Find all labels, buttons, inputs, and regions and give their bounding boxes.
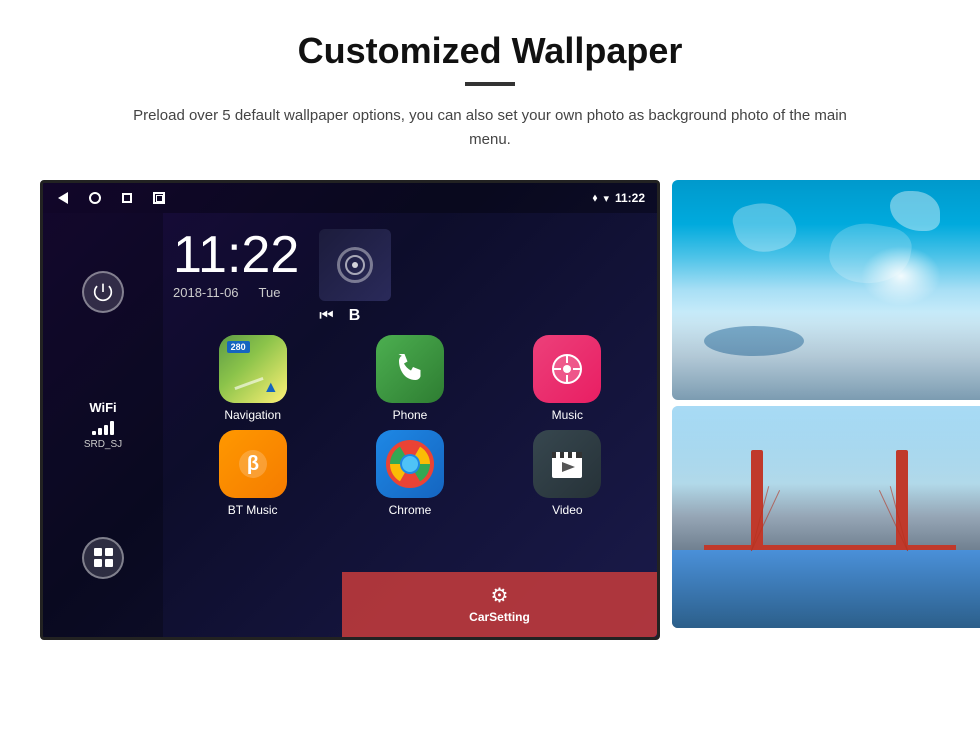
status-time: 11:22 — [615, 191, 645, 205]
app-item-music[interactable]: Music — [493, 335, 642, 422]
back-button[interactable] — [55, 190, 71, 206]
music-label: Music — [552, 408, 583, 422]
wifi-network-name: SRD_SJ — [84, 439, 122, 450]
wifi-label: WiFi — [84, 400, 122, 415]
bridge-water — [672, 550, 980, 628]
recent-apps-button[interactable] — [119, 190, 135, 206]
carsetting-bar[interactable]: ⚙ CarSetting — [342, 572, 657, 637]
wallpaper-glacier[interactable] — [672, 180, 980, 400]
home-button[interactable] — [87, 190, 103, 206]
clock-section: 11:22 2018-11-06 Tue — [173, 225, 299, 300]
main-layout: ⬧ ▾ 11:22 WiFi — [40, 180, 940, 640]
media-controls: ⏮ B — [319, 307, 360, 325]
video-label: Video — [552, 503, 582, 517]
phone-icon — [376, 335, 444, 403]
apps-button[interactable] — [82, 537, 124, 579]
svg-text:β: β — [247, 453, 259, 475]
clock-date-row: 2018-11-06 Tue — [173, 285, 299, 300]
status-bar-right: ⬧ ▾ 11:22 — [592, 191, 645, 205]
music-icon — [533, 335, 601, 403]
navigation-icon: 280 ▲ — [219, 335, 287, 403]
page-title: Customized Wallpaper — [40, 30, 940, 72]
status-bar-left — [55, 190, 167, 206]
screenshot-button[interactable] — [151, 190, 167, 206]
next-track-icon[interactable]: B — [349, 307, 361, 325]
phone-label: Phone — [393, 408, 428, 422]
title-divider — [465, 82, 515, 86]
gps-icon: ⬧ — [592, 192, 597, 205]
power-button[interactable] — [82, 271, 124, 313]
clock-time: 11:22 — [173, 225, 299, 285]
wifi-signal-icon: ▾ — [603, 192, 609, 205]
bridge-image — [672, 406, 980, 628]
app-item-phone[interactable]: Phone — [335, 335, 484, 422]
map-pin-icon: ▲ — [263, 379, 279, 397]
chrome-icon — [376, 430, 444, 498]
android-screen: ⬧ ▾ 11:22 WiFi — [40, 180, 660, 640]
glacier-image — [672, 180, 980, 400]
media-tile — [319, 229, 391, 301]
carsetting-content: ⚙ CarSetting — [469, 583, 530, 626]
status-bar: ⬧ ▾ 11:22 — [43, 183, 657, 213]
bt-music-label: BT Music — [228, 503, 278, 517]
apps-grid-icon — [94, 548, 113, 567]
video-icon — [533, 430, 601, 498]
app-item-navigation[interactable]: 280 ▲ Navigation — [178, 335, 327, 422]
map-number-badge: 280 — [227, 341, 250, 353]
clock-day: Tue — [259, 285, 281, 300]
bt-music-icon: β — [219, 430, 287, 498]
wifi-animation-icon — [337, 247, 373, 283]
navigation-label: Navigation — [224, 408, 281, 422]
wifi-dot — [352, 262, 358, 268]
app-item-video[interactable]: Video — [493, 430, 642, 517]
page-description: Preload over 5 default wallpaper options… — [115, 104, 865, 152]
bridge-deck — [704, 545, 956, 550]
wallpaper-bridge[interactable] — [672, 406, 980, 628]
glacier-shadow — [672, 312, 980, 400]
chrome-label: Chrome — [389, 503, 432, 517]
sidebar: WiFi SRD_SJ — [43, 213, 163, 637]
carsetting-icon: ⚙ — [469, 583, 530, 608]
clock-date: 2018-11-06 — [173, 285, 239, 300]
bridge-fog — [672, 406, 980, 495]
wifi-section: WiFi SRD_SJ — [84, 400, 122, 450]
carsetting-label: CarSetting — [469, 610, 530, 624]
app-item-chrome[interactable]: Chrome — [335, 430, 484, 517]
prev-track-icon[interactable]: ⏮ — [319, 307, 333, 325]
wifi-bars — [84, 419, 122, 435]
app-item-bt-music[interactable]: β BT Music — [178, 430, 327, 517]
wifi-ring-inner — [345, 255, 365, 275]
wallpaper-thumbnails-panel — [672, 180, 980, 628]
